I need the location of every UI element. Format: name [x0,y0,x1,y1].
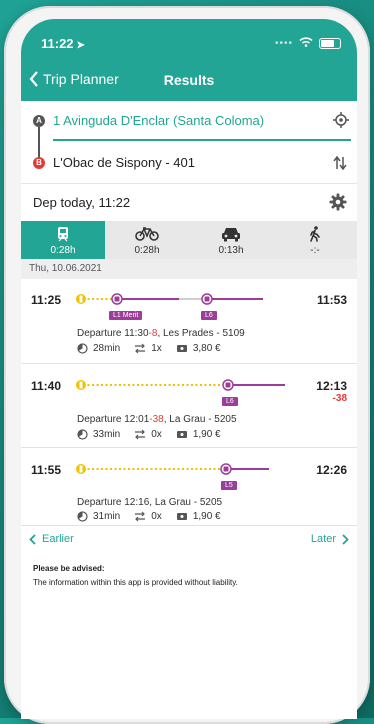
mode-duration: 0:13h [218,245,244,256]
current-location-icon[interactable] [333,112,349,133]
trip-timeline [76,293,263,305]
car-icon [189,226,273,242]
destination-marker-icon: B [33,157,45,169]
tab-bike[interactable]: 0:28h [105,221,189,259]
app-header: 11:22 ➤ •••• Trip Planner Results [21,19,357,101]
chevron-left-icon [29,533,36,545]
line-badge: L6 [201,311,217,320]
status-indicators: •••• [275,37,341,50]
arrival-time: 12:13 [316,379,347,393]
arrival-time: 12:26 [316,463,347,477]
trip-price: 1,90 € [192,511,221,522]
departure-detail: Departure 12:16, La Grau - 5205 [77,497,223,508]
signal-icon: •••• [274,38,293,49]
connection-item[interactable]: 11:55 12:26 L5 Departure 12:16, La Grau … [21,447,357,526]
departure-detail: Departure 11:30-8, Les Prades - 5109 [77,328,245,339]
to-input[interactable]: L'Obac de Sispony - 401 [53,155,195,170]
origin-marker-icon: A [33,115,45,127]
transport-mode-tabs: 0:28h 0:28h 0:13h -:- [21,221,357,259]
page-title: Results [163,72,215,88]
connection-item[interactable]: 11:40 12:13 -38 L6 Departure 12:01-38, L… [21,363,357,448]
transfer-icon [134,429,146,440]
mode-duration: 0:28h [50,245,76,256]
trip-duration: 31min [93,511,121,522]
transfer-icon [134,343,146,354]
transfer-count: 0x [151,511,162,522]
tab-public-transport[interactable]: 0:28h [21,221,105,259]
app-screen: 11:22 ➤ •••• Trip Planner Results A 1 Avi… [21,19,357,719]
trip-duration: 33min [93,429,121,440]
departure-time: 11:55 [31,463,62,477]
connection-item[interactable]: 11:25 11:53 L1 Merit L6 Departure 11:30-… [21,279,357,364]
departure-time-label: Dep today, 11:22 [33,195,131,210]
location-arrow-icon: ➤ [76,40,85,51]
tab-car[interactable]: 0:13h [189,221,273,259]
to-location-row[interactable]: B L'Obac de Sispony - 401 [21,143,357,183]
from-input-underline [53,139,351,141]
notice-title: Please be advised: [33,564,105,573]
line-badge: L6 [222,397,238,406]
ticket-icon [176,511,188,522]
departure-detail: Departure 12:01-38, La Grau - 5205 [77,414,237,425]
trip-price: 1,90 € [192,429,221,440]
later-label: Later [310,533,336,545]
train-icon [21,226,105,242]
chevron-right-icon [342,533,349,545]
pagination: Earlier Later [21,529,357,551]
walk-icon [273,226,357,242]
mode-duration: 0:28h [134,245,160,256]
earlier-button[interactable]: Earlier [29,533,74,545]
from-location-row[interactable]: A 1 Avinguda D'Enclar (Santa Coloma) [21,101,357,141]
trip-meta: 28min 1x 3,80 € [77,343,221,354]
transfer-icon [134,511,146,522]
date-header: Thu, 10.06.2021 [21,259,357,279]
departure-time: 11:25 [31,293,62,307]
swap-icon[interactable] [333,155,347,176]
transfer-count: 0x [151,429,162,440]
from-input[interactable]: 1 Avinguda D'Enclar (Santa Coloma) [53,113,264,128]
departure-time-row[interactable]: Dep today, 11:22 [21,183,357,222]
ticket-icon [176,429,188,440]
earlier-label: Earlier [42,533,74,545]
bike-icon [105,226,189,242]
notice-text: The information within this app is provi… [33,578,238,587]
battery-icon [319,38,341,49]
trip-timeline [76,463,269,475]
departure-time: 11:40 [31,379,62,393]
device-notch [109,19,269,43]
arrival-time: 11:53 [316,293,347,307]
duration-icon [77,429,88,440]
line-badge: L5 [221,481,237,490]
trip-timeline [76,379,285,391]
trip-meta: 33min 0x 1,90 € [77,429,221,440]
mode-duration: -:- [310,245,320,256]
trip-meta: 31min 0x 1,90 € [77,511,221,522]
arrival-delay: -38 [332,393,347,404]
gear-icon[interactable] [329,193,347,216]
wifi-icon [299,37,313,50]
duration-icon [77,343,88,354]
transfer-count: 1x [151,343,162,354]
later-button[interactable]: Later [311,533,349,545]
duration-icon [77,511,88,522]
status-time: 11:22 ➤ [41,36,85,51]
line-badge: L1 Merit [109,311,143,320]
trip-price: 3,80 € [192,343,221,354]
tab-walk[interactable]: -:- [273,221,357,259]
phone-frame: 11:22 ➤ •••• Trip Planner Results A 1 Avi… [4,6,370,724]
date-label: Thu, 10.06.2021 [29,263,102,274]
trip-duration: 28min [93,343,121,354]
ticket-icon [176,343,188,354]
